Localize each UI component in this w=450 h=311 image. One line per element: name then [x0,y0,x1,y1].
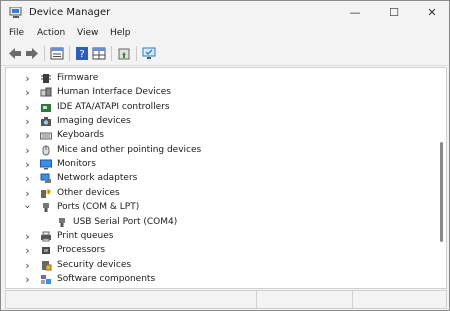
expand-chevron-icon[interactable]: › [23,260,32,271]
expand-chevron-icon[interactable]: › [23,116,32,127]
collapse-chevron-icon[interactable]: ⌄ [23,201,32,212]
maximize-button[interactable]: ☐ [379,1,409,25]
network-adapter-icon [40,173,52,184]
menu-action[interactable]: Action [37,28,65,38]
tree-item-label: Print queues [57,230,114,241]
tree-device[interactable]: USB Serial Port (COM4) [6,216,434,230]
svg-text:?: ? [79,49,84,60]
tree-item-label: Software components [57,273,156,284]
tree-category[interactable]: › Print queues [6,230,434,244]
forward-arrow-icon [26,48,38,59]
status-cell-1 [6,291,257,308]
help-button[interactable]: ? [74,46,90,61]
tree-category[interactable]: › Imaging devices [6,115,434,129]
expand-chevron-icon[interactable]: › [23,173,32,184]
expand-chevron-icon[interactable]: › [23,145,32,156]
toolbar: ? [1,43,449,66]
expand-chevron-icon[interactable]: › [23,130,32,141]
expand-chevron-icon[interactable]: › [23,188,32,199]
scan-hardware-icon [142,47,156,59]
tree-item-label: Security devices [57,259,132,270]
device-manager-app-icon [9,7,22,18]
expand-chevron-icon[interactable]: › [23,73,32,84]
back-arrow-button[interactable] [7,46,23,61]
tree-item-label: Network adapters [57,173,138,184]
update-driver-icon [118,48,130,60]
security-icon [40,260,52,271]
tree-category[interactable]: › Monitors [6,158,434,172]
properties-sheet-button[interactable] [49,46,65,61]
device-tree[interactable]: › Firmware › Human Interface Devices › IDE AT… [5,67,447,289]
software-component-icon [40,274,52,285]
menu-file[interactable]: File [9,28,24,38]
svg-text:?: ? [47,190,50,196]
menu-view[interactable]: View [77,28,98,38]
back-arrow-icon [9,48,21,59]
keyboard-icon [40,130,52,141]
firmware-chip-icon [40,73,52,84]
vertical-scrollbar[interactable] [436,68,446,288]
title-bar[interactable]: Device Manager — ☐ ✕ [1,1,449,25]
other-devices-icon: ? [40,188,52,199]
toolbar-separator [136,46,137,61]
scan-hardware-button[interactable] [141,46,157,61]
tree-item-label: IDE ATA/ATAPI controllers [57,101,170,112]
close-button[interactable]: ✕ [417,1,447,25]
port-icon [40,202,52,213]
update-driver-button[interactable] [116,46,132,61]
tree-category[interactable]: › Keyboards [6,129,434,143]
tree-category[interactable]: › Security devices [6,259,434,273]
hid-icon [40,87,52,98]
ide-controller-icon [40,102,52,113]
processor-icon [40,245,52,256]
tree-category[interactable]: ›? Other devices [6,187,434,201]
tree-category[interactable]: › Mice and other pointing devices [6,144,434,158]
expand-chevron-icon[interactable]: › [23,274,32,285]
tree-item-label: Other devices [57,187,120,198]
window-title: Device Manager [29,7,111,18]
tree-item-label: Processors [57,245,106,256]
expand-chevron-icon[interactable]: › [23,231,32,242]
tree-item-label: Ports (COM & LPT) [57,202,140,213]
help-icon: ? [76,47,88,60]
expand-chevron-icon[interactable]: › [23,245,32,256]
tree-category[interactable]: › Software components [6,273,434,287]
tree-category[interactable]: › IDE ATA/ATAPI controllers [6,101,434,115]
forward-arrow-button[interactable] [24,46,40,61]
tree-item-label: Human Interface Devices [57,87,171,98]
tree-category[interactable]: › Processors [6,244,434,258]
expand-chevron-icon[interactable]: › [23,102,32,113]
tree-category[interactable]: › Human Interface Devices [6,86,434,100]
grid-view-button[interactable] [91,46,107,61]
tree-item-label: Monitors [57,159,96,170]
menu-help[interactable]: Help [110,28,131,38]
monitor-icon [40,159,52,170]
printer-icon [40,231,52,242]
toolbar-separator [111,46,112,61]
mouse-icon [40,145,52,156]
tree-item-label: Imaging devices [57,116,131,127]
tree-category[interactable]: › Network adapters [6,172,434,186]
properties-sheet-icon [50,47,64,60]
device-manager-window: Device Manager — ☐ ✕ File Action View Help … [0,0,450,311]
tree-category[interactable]: ⌄ Ports (COM & LPT) [6,201,434,215]
port-icon [56,217,68,228]
expand-chevron-icon[interactable]: › [23,87,32,98]
tree-item-label: Firmware [57,73,99,83]
tree-item-label: Mice and other pointing devices [57,144,202,155]
tree-category[interactable]: › Firmware [6,72,434,86]
grid-view-icon [92,47,106,60]
status-cell-2 [257,291,353,308]
toolbar-separator [69,46,70,61]
scrollbar-thumb[interactable] [440,142,443,242]
minimize-button[interactable]: — [340,1,370,25]
toolbar-separator [44,46,45,61]
menu-bar: File Action View Help [1,25,449,43]
camera-icon [40,116,52,127]
status-bar [5,290,447,309]
tree-item-label: Keyboards [57,130,104,141]
tree-item-label: USB Serial Port (COM4) [73,216,178,227]
expand-chevron-icon[interactable]: › [23,159,32,170]
